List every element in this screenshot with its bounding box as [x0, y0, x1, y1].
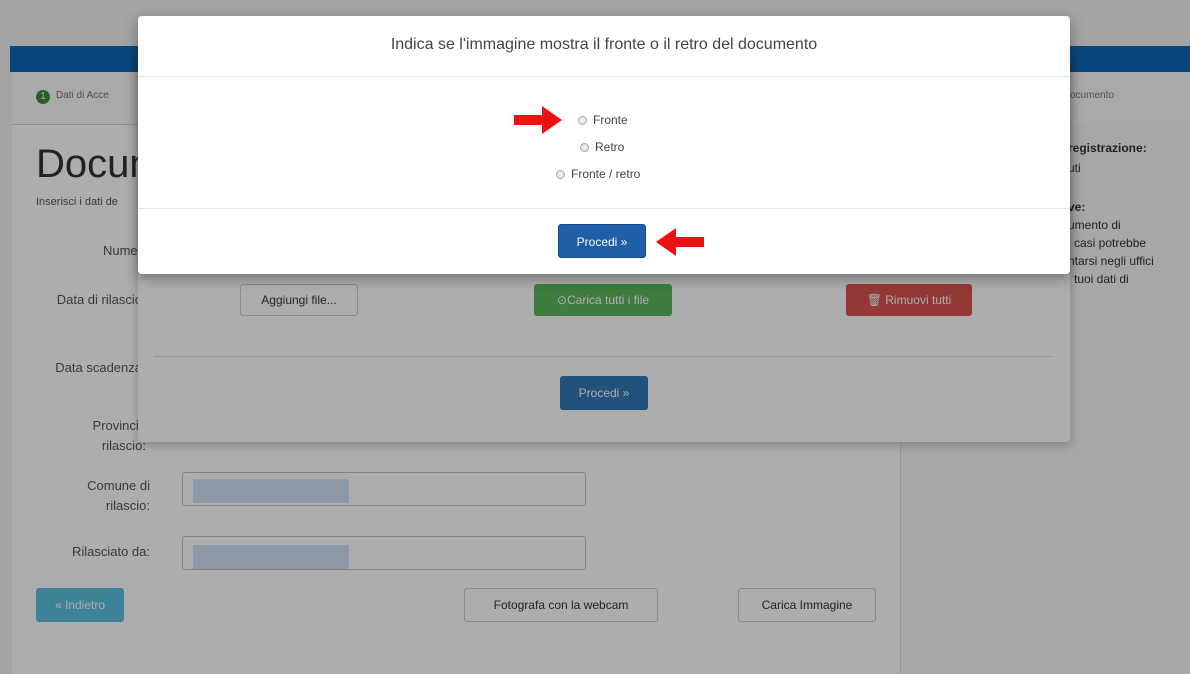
divider: [138, 208, 1070, 209]
option-retro[interactable]: Retro: [580, 140, 624, 154]
option-fronte-retro[interactable]: Fronte / retro: [556, 167, 640, 181]
divider: [138, 76, 1070, 77]
radio-button[interactable]: [578, 115, 587, 125]
option-label: Fronte / retro: [571, 167, 641, 181]
option-label: Retro: [595, 140, 625, 154]
proceed-button[interactable]: Procedi »: [558, 224, 646, 258]
option-label: Fronte: [593, 113, 628, 127]
radio-button[interactable]: [580, 142, 589, 152]
arrow-right-icon: [514, 106, 562, 134]
arrow-left-icon: [656, 228, 704, 256]
radio-button[interactable]: [556, 169, 565, 179]
option-fronte[interactable]: Fronte: [578, 113, 628, 127]
modal-title: Indica se l'immagine mostra il fronte o …: [390, 36, 818, 53]
